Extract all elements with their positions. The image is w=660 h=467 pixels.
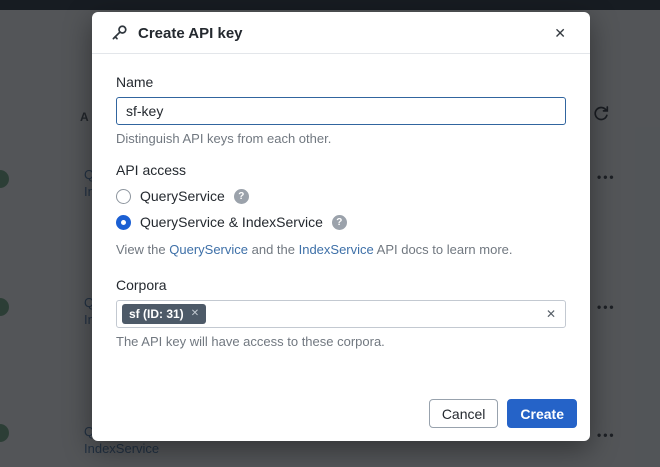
close-icon[interactable]: ✕ [550,24,570,42]
helper-text: and the [248,242,299,257]
indexservice-docs-link[interactable]: IndexService [299,242,374,257]
radio-option-queryservice[interactable]: QueryService ? [116,188,566,204]
cancel-button[interactable]: Cancel [428,399,499,428]
queryservice-docs-link[interactable]: QueryService [169,242,248,257]
name-section: Name Distinguish API keys from each othe… [116,74,566,146]
remove-corpus-icon[interactable]: ✕ [191,308,199,320]
radio-option-query-and-index[interactable]: QueryService & IndexService ? [116,214,566,230]
api-access-helper: View the QueryService and the IndexServi… [116,242,566,257]
radio-option-label: QueryService & IndexService [140,214,323,230]
screen: A QueryService & IndexService ••• QueryS… [0,0,660,467]
name-label: Name [116,74,154,90]
radio-selected[interactable] [116,214,131,230]
name-input[interactable] [116,97,566,125]
helper-text: View the [116,242,170,257]
corpus-tag-label: sf (ID: 31) [129,306,184,321]
corpora-label: Corpora [116,277,167,293]
radio-option-label: QueryService [140,188,225,204]
api-access-label: API access [116,162,187,178]
corpus-tag[interactable]: sf (ID: 31) ✕ [122,303,207,325]
corpora-input[interactable]: sf (ID: 31) ✕ ✕ [116,300,566,328]
corpora-helper: The API key will have access to these co… [116,334,385,349]
name-helper: Distinguish API keys from each other. [116,131,332,146]
radio-unselected[interactable] [116,188,131,204]
api-access-section: API access QueryService ? QueryService &… [116,162,566,257]
create-api-key-modal: Create API key ✕ Name Distinguish API ke… [92,12,590,441]
helper-text: API docs to learn more. [373,242,513,257]
clear-corpora-icon[interactable]: ✕ [546,307,556,321]
modal-footer: Cancel Create [92,399,590,441]
modal-title: Create API key [138,24,243,42]
modal-header: Create API key ✕ [92,12,590,54]
help-icon[interactable]: ? [331,214,347,230]
help-icon[interactable]: ? [233,188,249,204]
key-icon [112,25,127,40]
create-button[interactable]: Create [507,399,577,428]
modal-body: Name Distinguish API keys from each othe… [92,54,590,399]
corpora-section: Corpora sf (ID: 31) ✕ ✕ The API key will… [116,277,566,349]
